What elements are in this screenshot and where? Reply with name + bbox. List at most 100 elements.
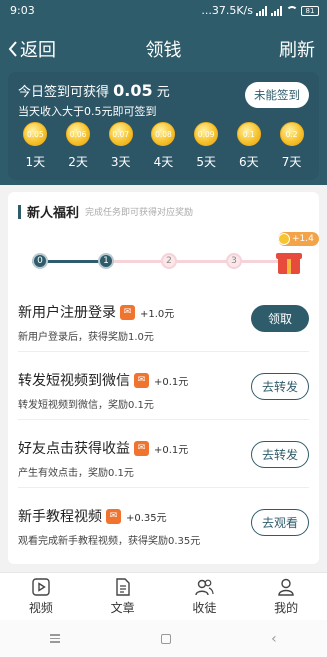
progress-step: 1 [98,253,114,269]
tab-label: 收徒 [192,601,217,615]
status-time: 9:03 [10,4,35,17]
tab-label: 视频 [28,601,53,615]
signin-day: 0.08 4天 [145,122,181,170]
network-speed: ...37.5K/s [201,4,253,17]
signin-day: 0.05 1天 [17,122,53,170]
nav-bar: 返回 领钱 刷新 [0,28,327,66]
day-label: 1天 [25,155,46,169]
tab-video[interactable]: 视频 [0,573,82,620]
task-title: 转发短视频到微信 [18,373,130,389]
task-desc: 新用户登录后，获得奖励1.0元 [18,332,154,343]
signin-button[interactable]: 未能签到 [245,82,309,108]
signin-title-prefix: 今日签到可获得 [18,85,110,100]
gift-reward-value: +1.4 [292,234,314,244]
coin-icon [278,233,290,245]
wifi-icon [286,6,298,15]
coin-icon: 0.07 [108,122,133,146]
task-reward: +0.35元 [126,512,167,524]
task-reward: +1.0元 [140,308,175,320]
signin-amount: 0.05 [113,81,153,100]
day-label: 2天 [68,155,88,169]
menu-icon[interactable] [50,634,61,643]
watch-button[interactable]: 去观看 [251,509,309,536]
coin-icon: 0.06 [66,122,91,146]
gift-icon [276,253,302,274]
task-title-row: 新用户注册登录 ✉ +1.0元 [18,302,174,322]
task-title-row: 新手教程视频 ✉ +0.35元 [18,506,167,526]
status-bar: 9:03 ...37.5K/s 81 [0,0,327,22]
coin-icon: 0.05 [23,122,48,146]
refresh-button[interactable]: 刷新 [279,36,315,62]
article-icon [115,578,130,596]
signin-unit: 元 [156,85,170,100]
battery-icon: 81 [301,5,319,16]
task-reward: +0.1元 [154,444,189,456]
task-title-row: 好友点击获得收益 ✉ +0.1元 [18,438,188,458]
back-icon[interactable]: ‹ [271,631,277,647]
coin-icon: 0.2 [279,122,304,146]
signin-day: 0.2 7天 [274,122,310,170]
signin-day: 0.07 3天 [103,122,139,170]
gift-badge: +1.4 [278,232,319,246]
signal-icon [256,5,268,16]
signin-days: 0.05 1天 0.06 2天 0.07 3天 0.08 4天 0.09 5天 … [8,122,319,170]
task-reward: +0.1元 [154,376,189,388]
task-item: 转发短视频到微信 ✉ +0.1元 转发短视频到微信，奖励0.1元 去转发 [18,356,309,420]
tab-profile[interactable]: 我的 [245,573,327,620]
panel-header: 新人福利 完成任务即可获得对应奖励 [18,202,193,221]
reward-icon: ✉ [106,508,121,524]
task-title: 新手教程视频 [18,509,102,525]
chevron-left-icon [8,41,17,57]
status-icons: ...37.5K/s 81 [201,4,319,17]
home-icon[interactable] [160,633,171,644]
share-button[interactable]: 去转发 [251,441,309,468]
progress-track-remaining [106,260,286,263]
system-nav-bar: ‹ [0,620,327,657]
signin-day: 0.09 5天 [188,122,224,170]
back-button[interactable]: 返回 [8,36,56,62]
day-label: 3天 [110,155,131,169]
apprentice-icon [195,579,214,596]
tab-article[interactable]: 文章 [82,573,164,620]
signin-day: 0.06 2天 [60,122,96,170]
signin-subtitle: 当天收入大于0.5元即可签到 [18,105,157,118]
coin-icon: 0.08 [151,122,176,146]
reward-icon: ✉ [120,304,135,320]
profile-icon [278,578,294,596]
task-desc: 观看完成新手教程视频，获得奖励0.35元 [18,536,201,547]
signal-icon [271,5,283,16]
signin-title: 今日签到可获得 0.05 元 [18,81,170,100]
task-title-row: 转发短视频到微信 ✉ +0.1元 [18,370,188,390]
task-title: 新用户注册登录 [18,305,116,321]
day-label: 6天 [239,155,259,169]
reward-icon: ✉ [134,440,149,456]
day-label: 5天 [196,155,216,169]
claim-button[interactable]: 领取 [251,305,309,332]
signin-card: 今日签到可获得 0.05 元 当天收入大于0.5元即可签到 未能签到 0.05 … [8,72,319,180]
reward-icon: ✉ [134,372,149,388]
task-title: 好友点击获得收益 [18,441,130,457]
tab-label: 文章 [110,601,135,615]
signin-day: 0.1 6天 [231,122,267,170]
tab-label: 我的 [274,601,299,615]
day-label: 4天 [153,155,174,169]
task-item: 新手教程视频 ✉ +0.35元 观看完成新手教程视频，获得奖励0.35元 去观看 [18,492,309,556]
share-button[interactable]: 去转发 [251,373,309,400]
back-label: 返回 [20,40,56,61]
progress-step: 2 [161,253,177,269]
task-item: 新用户注册登录 ✉ +1.0元 新用户登录后，获得奖励1.0元 领取 [18,288,309,352]
panel-title: 新人福利 [27,206,80,221]
coin-icon: 0.09 [194,122,219,146]
day-label: 7天 [281,155,302,169]
progress-step: 3 [226,253,242,269]
tab-bar: 视频 文章 收徒 我的 [0,572,327,620]
tab-apprentice[interactable]: 收徒 [164,573,246,620]
task-item: 好友点击获得收益 ✉ +0.1元 产生有效点击，奖励0.1元 去转发 [18,424,309,488]
task-desc: 转发短视频到微信，奖励0.1元 [18,400,154,411]
panel-subtitle: 完成任务即可获得对应奖励 [85,208,194,218]
newbie-panel: 新人福利 完成任务即可获得对应奖励 0 1 2 3 +1.4 新用户注册登录 ✉… [8,192,319,564]
progress-step: 0 [32,253,48,269]
task-desc: 产生有效点击，奖励0.1元 [18,468,134,479]
section-accent [18,204,21,219]
coin-icon: 0.1 [236,122,261,146]
